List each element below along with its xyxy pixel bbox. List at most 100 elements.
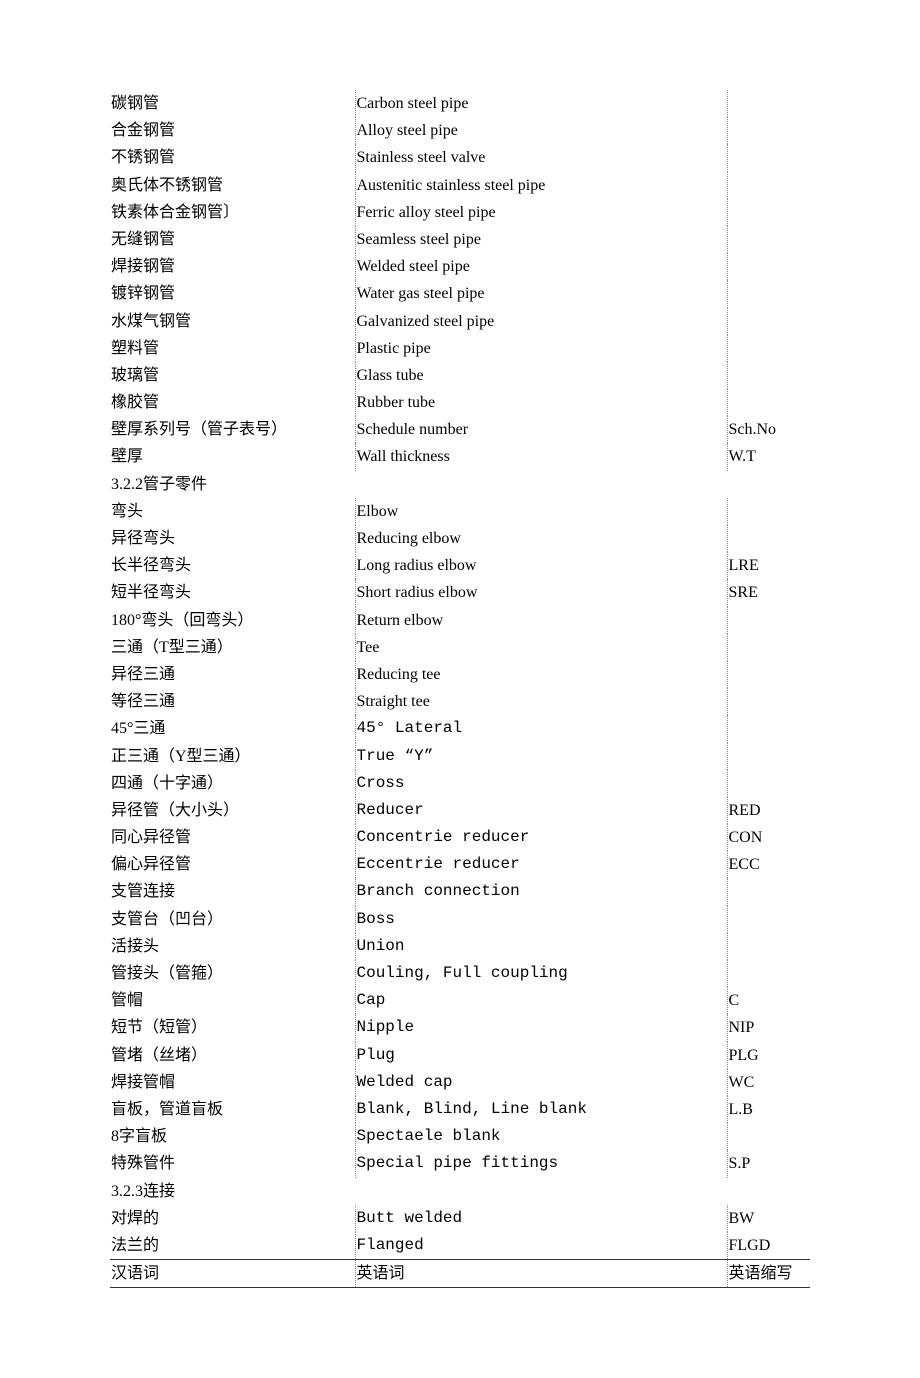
abbreviation bbox=[727, 661, 810, 688]
table-row: 塑料管Plastic pipe bbox=[110, 335, 810, 362]
table-row: 法兰的FlangedFLGD bbox=[110, 1232, 810, 1260]
english-term: Long radius elbow bbox=[355, 552, 727, 579]
chinese-term: 异径三通 bbox=[110, 661, 355, 688]
table-row: 橡胶管Rubber tube bbox=[110, 389, 810, 416]
abbreviation bbox=[727, 933, 810, 960]
chinese-term: 焊接管帽 bbox=[110, 1069, 355, 1096]
english-term: Plug bbox=[355, 1042, 727, 1069]
chinese-term: 对焊的 bbox=[110, 1205, 355, 1232]
table-row: 正三通（Y型三通）True “Y” bbox=[110, 743, 810, 770]
chinese-term: 壁厚 bbox=[110, 443, 355, 470]
table-row: 支管台（凹台）Boss bbox=[110, 906, 810, 933]
abbreviation: LRE bbox=[727, 552, 810, 579]
english-term: Straight tee bbox=[355, 688, 727, 715]
chinese-term: 180°弯头（回弯头） bbox=[110, 607, 355, 634]
chinese-term: 管帽 bbox=[110, 987, 355, 1014]
english-term: Plastic pipe bbox=[355, 335, 727, 362]
english-term: Couling, Full coupling bbox=[355, 960, 727, 987]
english-term: Ferric alloy steel pipe bbox=[355, 199, 727, 226]
abbreviation bbox=[727, 715, 810, 742]
chinese-term: 盲板，管道盲板 bbox=[110, 1096, 355, 1123]
terms-table: 碳钢管Carbon steel pipe合金钢管Alloy steel pipe… bbox=[110, 90, 810, 1288]
chinese-term: 支管台（凹台） bbox=[110, 906, 355, 933]
table-row: 焊接管帽Welded capWC bbox=[110, 1069, 810, 1096]
english-term: Spectaele blank bbox=[355, 1123, 727, 1150]
chinese-term: 无缝钢管 bbox=[110, 226, 355, 253]
english-term: Blank, Blind, Line blank bbox=[355, 1096, 727, 1123]
english-term: Carbon steel pipe bbox=[355, 90, 727, 117]
table-row: 特殊管件Special pipe fittingsS.P bbox=[110, 1150, 810, 1177]
abbreviation: RED bbox=[727, 797, 810, 824]
english-term: Flanged bbox=[355, 1232, 727, 1260]
abbreviation bbox=[727, 389, 810, 416]
english-term: Austenitic stainless steel pipe bbox=[355, 172, 727, 199]
english-term: Eccentrie reducer bbox=[355, 851, 727, 878]
chinese-term: 特殊管件 bbox=[110, 1150, 355, 1177]
abbreviation: L.B bbox=[727, 1096, 810, 1123]
table-row: 盲板，管道盲板Blank, Blind, Line blankL.B bbox=[110, 1096, 810, 1123]
english-term: True “Y” bbox=[355, 743, 727, 770]
english-term: Glass tube bbox=[355, 362, 727, 389]
english-term: Reducer bbox=[355, 797, 727, 824]
chinese-term: 短半径弯头 bbox=[110, 579, 355, 606]
table-row: 活接头Union bbox=[110, 933, 810, 960]
section-heading: 3.2.3连接 bbox=[110, 1178, 810, 1205]
chinese-term: 镀锌钢管 bbox=[110, 280, 355, 307]
english-term: Butt welded bbox=[355, 1205, 727, 1232]
table-row: 弯头Elbow bbox=[110, 498, 810, 525]
english-term: Reducing tee bbox=[355, 661, 727, 688]
chinese-term: 壁厚系列号（管子表号） bbox=[110, 416, 355, 443]
table-row: 异径管（大小头）ReducerRED bbox=[110, 797, 810, 824]
chinese-term: 8字盲板 bbox=[110, 1123, 355, 1150]
chinese-term: 短节（短管） bbox=[110, 1014, 355, 1041]
chinese-term: 焊接钢管 bbox=[110, 253, 355, 280]
english-term: Return elbow bbox=[355, 607, 727, 634]
table-row: 对焊的Butt weldedBW bbox=[110, 1205, 810, 1232]
chinese-term: 弯头 bbox=[110, 498, 355, 525]
english-term: Short radius elbow bbox=[355, 579, 727, 606]
table-row: 不锈钢管Stainless steel valve bbox=[110, 144, 810, 171]
english-term: Galvanized steel pipe bbox=[355, 308, 727, 335]
table-row: 短节（短管）NippleNIP bbox=[110, 1014, 810, 1041]
abbreviation bbox=[727, 90, 810, 117]
english-term: Rubber tube bbox=[355, 389, 727, 416]
abbreviation: WC bbox=[727, 1069, 810, 1096]
abbreviation: C bbox=[727, 987, 810, 1014]
table-row: 管堵（丝堵）PlugPLG bbox=[110, 1042, 810, 1069]
chinese-term: 活接头 bbox=[110, 933, 355, 960]
table-row: 异径三通Reducing tee bbox=[110, 661, 810, 688]
abbreviation: FLGD bbox=[727, 1232, 810, 1260]
chinese-term: 支管连接 bbox=[110, 878, 355, 905]
chinese-term: 管接头（管箍） bbox=[110, 960, 355, 987]
document-page: 碳钢管Carbon steel pipe合金钢管Alloy steel pipe… bbox=[0, 0, 920, 1378]
table-row: 8字盲板Spectaele blank bbox=[110, 1123, 810, 1150]
english-term: Boss bbox=[355, 906, 727, 933]
table-row: 焊接钢管Welded steel pipe bbox=[110, 253, 810, 280]
table-row: 短半径弯头Short radius elbowSRE bbox=[110, 579, 810, 606]
chinese-term: 三通（T型三通） bbox=[110, 634, 355, 661]
english-term: Union bbox=[355, 933, 727, 960]
english-term: Welded steel pipe bbox=[355, 253, 727, 280]
table-row: 长半径弯头Long radius elbowLRE bbox=[110, 552, 810, 579]
table-row: 管接头（管箍）Couling, Full coupling bbox=[110, 960, 810, 987]
english-term: Concentrie reducer bbox=[355, 824, 727, 851]
table-row: 四通（十字通）Cross bbox=[110, 770, 810, 797]
english-term: Cap bbox=[355, 987, 727, 1014]
table-row: 管帽CapC bbox=[110, 987, 810, 1014]
english-term: 45° Lateral bbox=[355, 715, 727, 742]
table-row: 壁厚系列号（管子表号）Schedule numberSch.No bbox=[110, 416, 810, 443]
abbreviation bbox=[727, 308, 810, 335]
abbreviation bbox=[727, 525, 810, 552]
abbreviation: CON bbox=[727, 824, 810, 851]
abbreviation bbox=[727, 878, 810, 905]
abbreviation: PLG bbox=[727, 1042, 810, 1069]
column-header: 英语缩写 bbox=[727, 1260, 810, 1288]
table-row: 水煤气钢管Galvanized steel pipe bbox=[110, 308, 810, 335]
chinese-term: 同心异径管 bbox=[110, 824, 355, 851]
table-row: 同心异径管Concentrie reducerCON bbox=[110, 824, 810, 851]
table-row: 镀锌钢管Water gas steel pipe bbox=[110, 280, 810, 307]
english-term: Schedule number bbox=[355, 416, 727, 443]
table-row: 3.2.2管子零件 bbox=[110, 471, 810, 498]
table-row: 无缝钢管Seamless steel pipe bbox=[110, 226, 810, 253]
table-row: 铁素体合金钢管〕Ferric alloy steel pipe bbox=[110, 199, 810, 226]
